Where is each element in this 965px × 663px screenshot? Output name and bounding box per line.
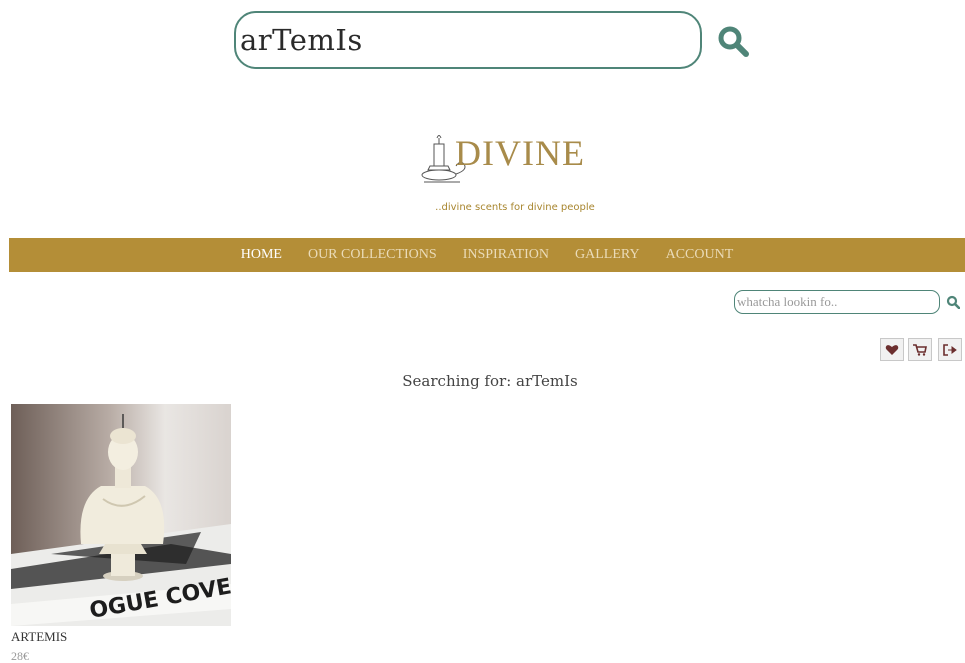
wishlist-button[interactable] xyxy=(880,338,904,361)
artemis-bust-candle-image: OGUE COVE xyxy=(11,404,231,626)
main-search-input[interactable]: arTemIs xyxy=(234,11,702,69)
page: arTemIs DIVINE ..divine scents for divin… xyxy=(0,0,965,663)
search-icon[interactable] xyxy=(716,24,750,58)
product-image-artemis[interactable]: OGUE COVE xyxy=(11,404,231,626)
nav-item-gallery[interactable]: GALLERY xyxy=(575,247,640,263)
main-search-value: arTemIs xyxy=(240,23,363,57)
brand-tagline: ..divine scents for divine people xyxy=(435,202,595,213)
cart-button[interactable] xyxy=(908,338,932,361)
nav-item-home[interactable]: HOME xyxy=(241,247,282,263)
nav-item-account[interactable]: ACCOUNT xyxy=(666,247,734,263)
heart-icon xyxy=(885,344,899,355)
search-results-heading: Searching for: arTemIs xyxy=(402,372,578,390)
logout-icon xyxy=(943,343,957,356)
cart-icon xyxy=(913,343,927,356)
mini-search-placeholder: whatcha lookin fo.. xyxy=(737,294,838,309)
nav-item-inspiration[interactable]: INSPIRATION xyxy=(463,247,549,263)
product-name[interactable]: ARTEMIS xyxy=(11,629,67,645)
nav-item-our-collections[interactable]: OUR COLLECTIONS xyxy=(308,247,437,263)
mini-search-input[interactable]: whatcha lookin fo.. xyxy=(734,290,940,314)
logout-button[interactable] xyxy=(938,338,962,361)
main-nav: HOME OUR COLLECTIONS INSPIRATION GALLERY… xyxy=(9,238,965,272)
mini-search-icon[interactable] xyxy=(946,295,960,309)
brand-logo-text: DIVINE xyxy=(455,133,585,173)
product-price: 28€ xyxy=(11,649,29,663)
